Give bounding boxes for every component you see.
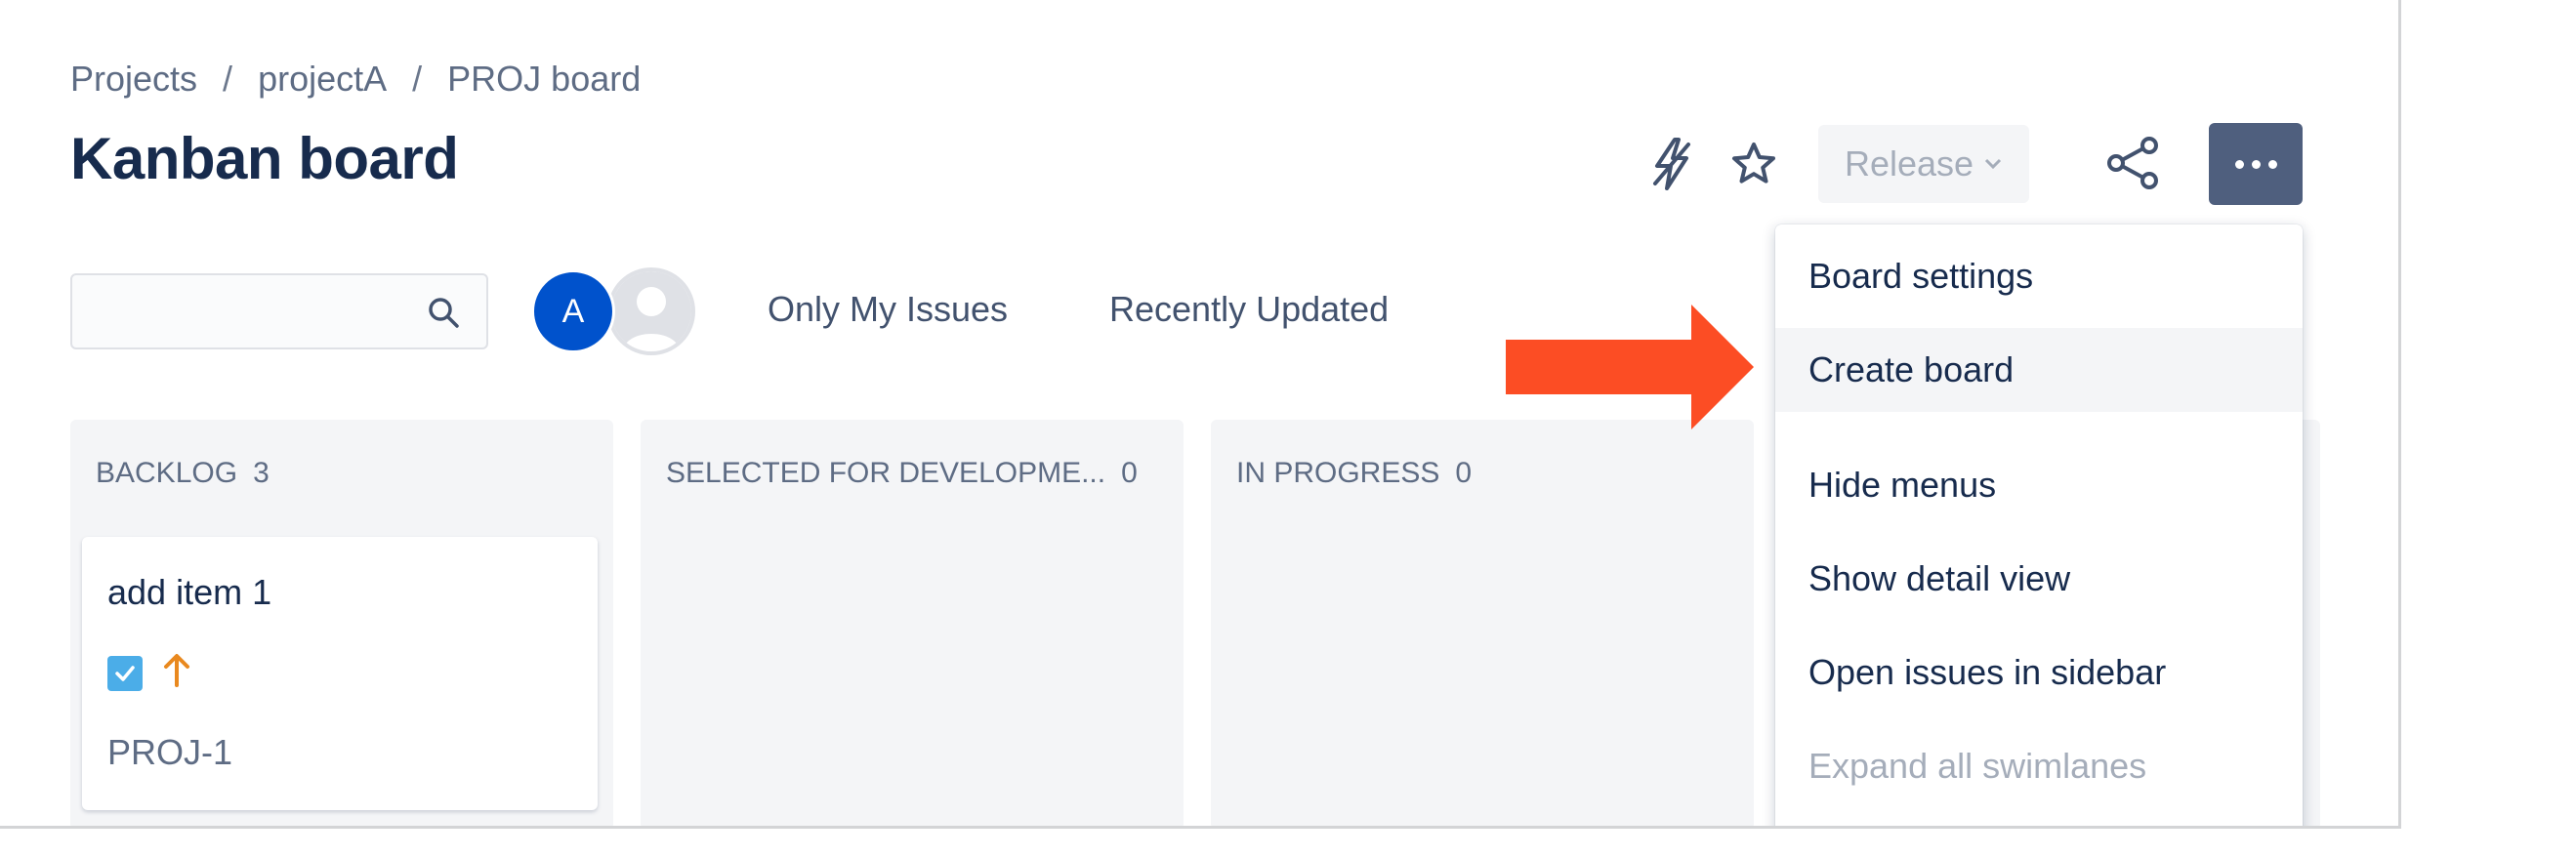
breadcrumb: Projects / projectA / PROJ board xyxy=(70,59,641,100)
breadcrumb-board[interactable]: PROJ board xyxy=(447,59,641,100)
chevron-down-icon xyxy=(1983,151,2003,177)
quick-filter-only-my-issues[interactable]: Only My Issues xyxy=(768,289,1008,330)
board-column-in-progress: IN PROGRESS 0 xyxy=(1211,420,1754,826)
menu-item-board-settings[interactable]: Board settings xyxy=(1775,234,2303,318)
board-actions-menu: Board settings Create board Hide menus S… xyxy=(1775,224,2303,826)
column-name: IN PROGRESS xyxy=(1236,457,1440,489)
search-input[interactable] xyxy=(88,275,424,346)
board-column-backlog: BACKLOG 3 add item 1 PROJ-1 xyxy=(70,420,613,826)
issue-key: PROJ-1 xyxy=(107,732,233,772)
menu-item-expand-all-swimlanes: Expand all swimlanes xyxy=(1808,746,2147,786)
automation-bolt-icon[interactable] xyxy=(1641,133,1703,195)
column-count: 0 xyxy=(1121,457,1138,489)
menu-item-open-issues-in-sidebar[interactable]: Open issues in sidebar xyxy=(1775,631,2303,714)
card-title: add item 1 xyxy=(107,572,272,612)
avatar[interactable]: A xyxy=(531,269,615,353)
more-icon xyxy=(2234,159,2244,169)
release-label: Release xyxy=(1844,143,1974,184)
board-column-selected: SELECTED FOR DEVELOPME... 0 xyxy=(641,420,1184,826)
star-icon[interactable] xyxy=(1723,133,1785,195)
column-header: IN PROGRESS 0 xyxy=(1236,457,1472,490)
app-frame: Projects / projectA / PROJ board Kanban … xyxy=(0,0,2401,829)
task-checkbox-icon xyxy=(107,655,143,691)
share-icon[interactable] xyxy=(2101,131,2166,195)
column-header: SELECTED FOR DEVELOPME... 0 xyxy=(666,457,1138,490)
column-header: BACKLOG 3 xyxy=(96,457,270,490)
avatar-unassigned[interactable] xyxy=(607,267,695,355)
quick-filter-recently-updated[interactable]: Recently Updated xyxy=(1109,289,1389,330)
user-placeholder-icon xyxy=(611,271,691,351)
priority-high-arrow-icon xyxy=(162,652,191,694)
column-count: 3 xyxy=(253,457,270,489)
page-title: Kanban board xyxy=(70,126,459,191)
column-name: SELECTED FOR DEVELOPME... xyxy=(666,457,1106,489)
avatar-initial: A xyxy=(561,292,585,330)
breadcrumb-projects[interactable]: Projects xyxy=(70,59,197,100)
more-actions-button[interactable] xyxy=(2209,123,2303,205)
breadcrumb-separator: / xyxy=(223,59,233,99)
menu-item-show-detail-view[interactable]: Show detail view xyxy=(1775,537,2303,621)
column-count: 0 xyxy=(1455,457,1473,489)
issue-card[interactable]: add item 1 PROJ-1 xyxy=(82,537,598,810)
breadcrumb-project[interactable]: projectA xyxy=(258,59,387,100)
column-name: BACKLOG xyxy=(96,457,238,489)
search-icon xyxy=(426,295,461,335)
menu-item-hide-menus[interactable]: Hide menus xyxy=(1775,443,2303,527)
menu-item-create-board[interactable]: Create board xyxy=(1775,328,2303,412)
release-button[interactable]: Release xyxy=(1818,125,2029,203)
breadcrumb-separator: / xyxy=(412,59,423,99)
search-field[interactable] xyxy=(70,273,488,349)
annotation-arrow-icon xyxy=(1506,305,1756,434)
